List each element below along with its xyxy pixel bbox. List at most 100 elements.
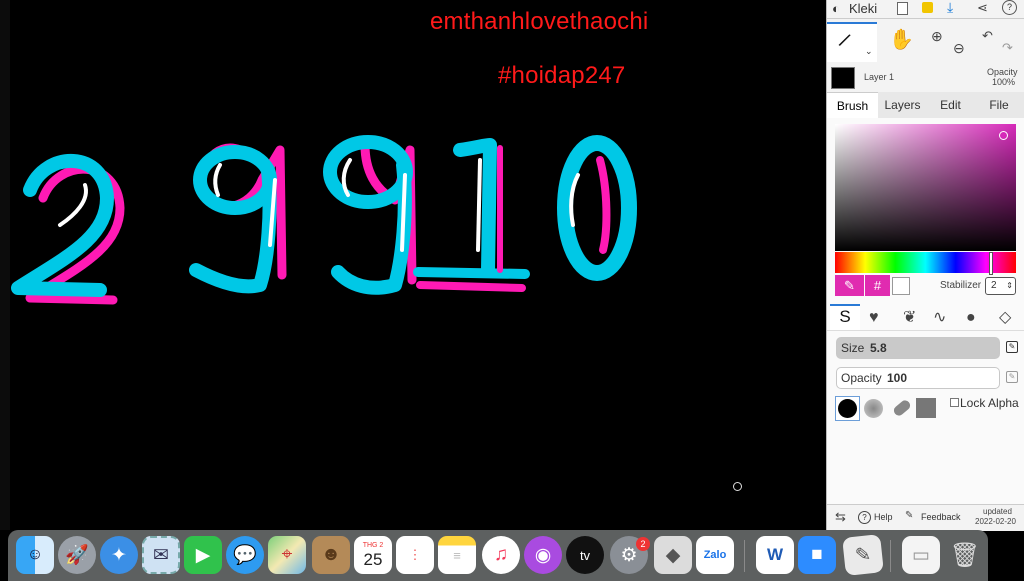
safari-icon[interactable]: ✦ [100, 536, 138, 574]
notification-badge: 2 [636, 537, 650, 551]
tip-round-button[interactable] [835, 396, 860, 421]
chevron-down-icon: ⌄ [865, 46, 873, 56]
redo-icon[interactable]: ↷ [1002, 40, 1013, 56]
download-icon[interactable]: ⤓ [947, 0, 953, 16]
zoom-out-icon[interactable]: ⊖ [953, 40, 965, 56]
messages-icon[interactable]: 💬 [226, 536, 264, 574]
launchpad-icon[interactable]: 🚀 [58, 536, 96, 574]
chemy-brush-icon[interactable]: ● [966, 310, 976, 326]
help-link[interactable]: Help [874, 512, 893, 522]
layer-opacity-value: 100% [992, 77, 1016, 87]
feedback-link[interactable]: Feedback [921, 512, 961, 522]
new-image-icon[interactable] [897, 2, 908, 15]
color-saturation-field[interactable] [835, 124, 1016, 251]
updated-date: 2022-02-20 [975, 517, 1016, 526]
blend-brush-icon[interactable]: ♥ [869, 310, 879, 326]
notes-icon[interactable]: ≡ [438, 536, 476, 574]
eyedropper-icon: ✎ [844, 278, 855, 293]
calendar-icon[interactable]: THG 2 25 [354, 536, 392, 574]
tab-file[interactable]: File [974, 92, 1024, 118]
dock-separator-right [890, 540, 891, 572]
appletv-label: tv [579, 547, 591, 563]
stabilizer-select[interactable]: 2 ⇕ [985, 277, 1016, 295]
pixel-brush-icon[interactable]: ∿ [933, 310, 946, 326]
pen-brush-button[interactable]: S [830, 304, 860, 330]
lock-alpha-checkbox[interactable] [950, 398, 959, 407]
tab-layers[interactable]: Layers [878, 92, 927, 118]
square-tip-icon[interactable] [916, 398, 936, 418]
color-selector-handle[interactable] [999, 131, 1008, 140]
folder-icon[interactable] [922, 2, 933, 13]
help-circle-icon[interactable]: ? [1002, 0, 1017, 15]
dock-separator [744, 540, 745, 572]
preview-icon[interactable]: ✎ [842, 534, 884, 576]
brush-tool-button[interactable]: / ⌄ [827, 22, 877, 62]
eyedropper-button[interactable]: ✎ [835, 275, 864, 296]
layer-name: Layer 1 [864, 72, 895, 82]
tab-brush[interactable]: Brush [827, 92, 878, 119]
opacity-pressure-toggle-icon[interactable]: ✎ [1006, 371, 1018, 383]
digit-9-first [189, 143, 287, 294]
handwritten-digits [11, 135, 637, 305]
brush-icon: / [836, 30, 852, 52]
digit-0 [557, 135, 637, 281]
opacity-label: Opacity [841, 371, 882, 385]
layer-opacity-label: Opacity [987, 67, 1018, 77]
layer-thumbnail[interactable] [831, 67, 855, 89]
pen-brush-icon: S [839, 307, 851, 326]
top-bar: ◐ Kleki ⤓ ⋖ ? [827, 0, 1024, 19]
downloads-stack-icon[interactable]: ▭ [902, 536, 940, 574]
sketchy-brush-icon[interactable]: ❦ [903, 310, 916, 326]
apple-tv-icon[interactable]: tv [566, 536, 604, 574]
digit-2 [11, 153, 125, 305]
zoom-icon[interactable]: ■ [798, 536, 836, 574]
size-pressure-toggle-icon[interactable]: ✎ [1006, 341, 1018, 353]
app-name: Kleki [849, 1, 878, 16]
swap-sides-icon[interactable]: ⇆ [835, 509, 846, 525]
mail-stamp-icon[interactable]: ✉ [142, 536, 180, 574]
hex-button[interactable]: # [865, 275, 890, 296]
calendar-month: THG 2 [362, 541, 384, 549]
chevron-updown-icon: ⇕ [1006, 281, 1013, 290]
drawing-canvas[interactable]: emthanhlovethaochi #hoidap247 [0, 0, 826, 530]
music-icon[interactable]: ♫ [482, 536, 520, 574]
roblox-icon[interactable]: ◆ [654, 536, 692, 574]
feedback-icon[interactable]: ✎ [905, 510, 913, 521]
zalo-icon[interactable]: Zalo [696, 536, 734, 574]
finder-icon[interactable]: ☺ [16, 536, 54, 574]
kleki-logo-icon: ◐ [832, 1, 840, 16]
maps-icon[interactable]: ⌖ [268, 536, 306, 574]
tab-edit[interactable]: Edit [927, 92, 974, 118]
cursor-ring [733, 482, 742, 491]
digit-9-second [323, 135, 417, 295]
opacity-value: 100 [887, 371, 908, 385]
hand-tool-icon[interactable]: ✋ [889, 30, 914, 50]
round-tip-icon [838, 399, 857, 418]
stabilizer-value: 2 [991, 280, 997, 291]
stabilizer-label: Stabilizer [940, 280, 982, 291]
calendar-day: 25 [363, 549, 383, 569]
contacts-icon[interactable]: ☻ [312, 536, 350, 574]
soft-tip-icon[interactable] [864, 399, 883, 418]
secondary-color-swatch[interactable] [892, 277, 910, 295]
word-icon[interactable]: W [756, 536, 794, 574]
eraser-icon[interactable]: ◇ [999, 310, 1011, 326]
opacity-slider[interactable]: Opacity 100 [836, 367, 1000, 389]
zoom-in-icon[interactable]: ⊕ [931, 28, 943, 44]
help-icon[interactable]: ? [858, 511, 871, 524]
podcasts-icon[interactable]: ◉ [524, 536, 562, 574]
digit-1 [413, 138, 530, 292]
size-slider[interactable]: Size 5.8 [836, 337, 1000, 359]
hue-slider-handle[interactable] [989, 252, 993, 275]
reminders-icon[interactable]: ⋮ [396, 536, 434, 574]
lock-alpha-label: Lock Alpha [960, 396, 1019, 410]
undo-icon[interactable]: ↶ [982, 28, 993, 44]
word-label: W [766, 545, 784, 564]
facetime-icon[interactable]: ▶ [184, 536, 222, 574]
kleki-panel: ◐ Kleki ⤓ ⋖ ? / ⌄ ✋ ⊕ ⊖ ↶ ↷ Layer 1 Opac… [826, 0, 1024, 531]
share-icon[interactable]: ⋖ [977, 0, 988, 16]
hue-slider[interactable] [835, 252, 1016, 275]
trash-icon[interactable]: 🗑 [946, 536, 984, 574]
size-value: 5.8 [870, 341, 887, 355]
updated-label: updated [983, 507, 1012, 516]
